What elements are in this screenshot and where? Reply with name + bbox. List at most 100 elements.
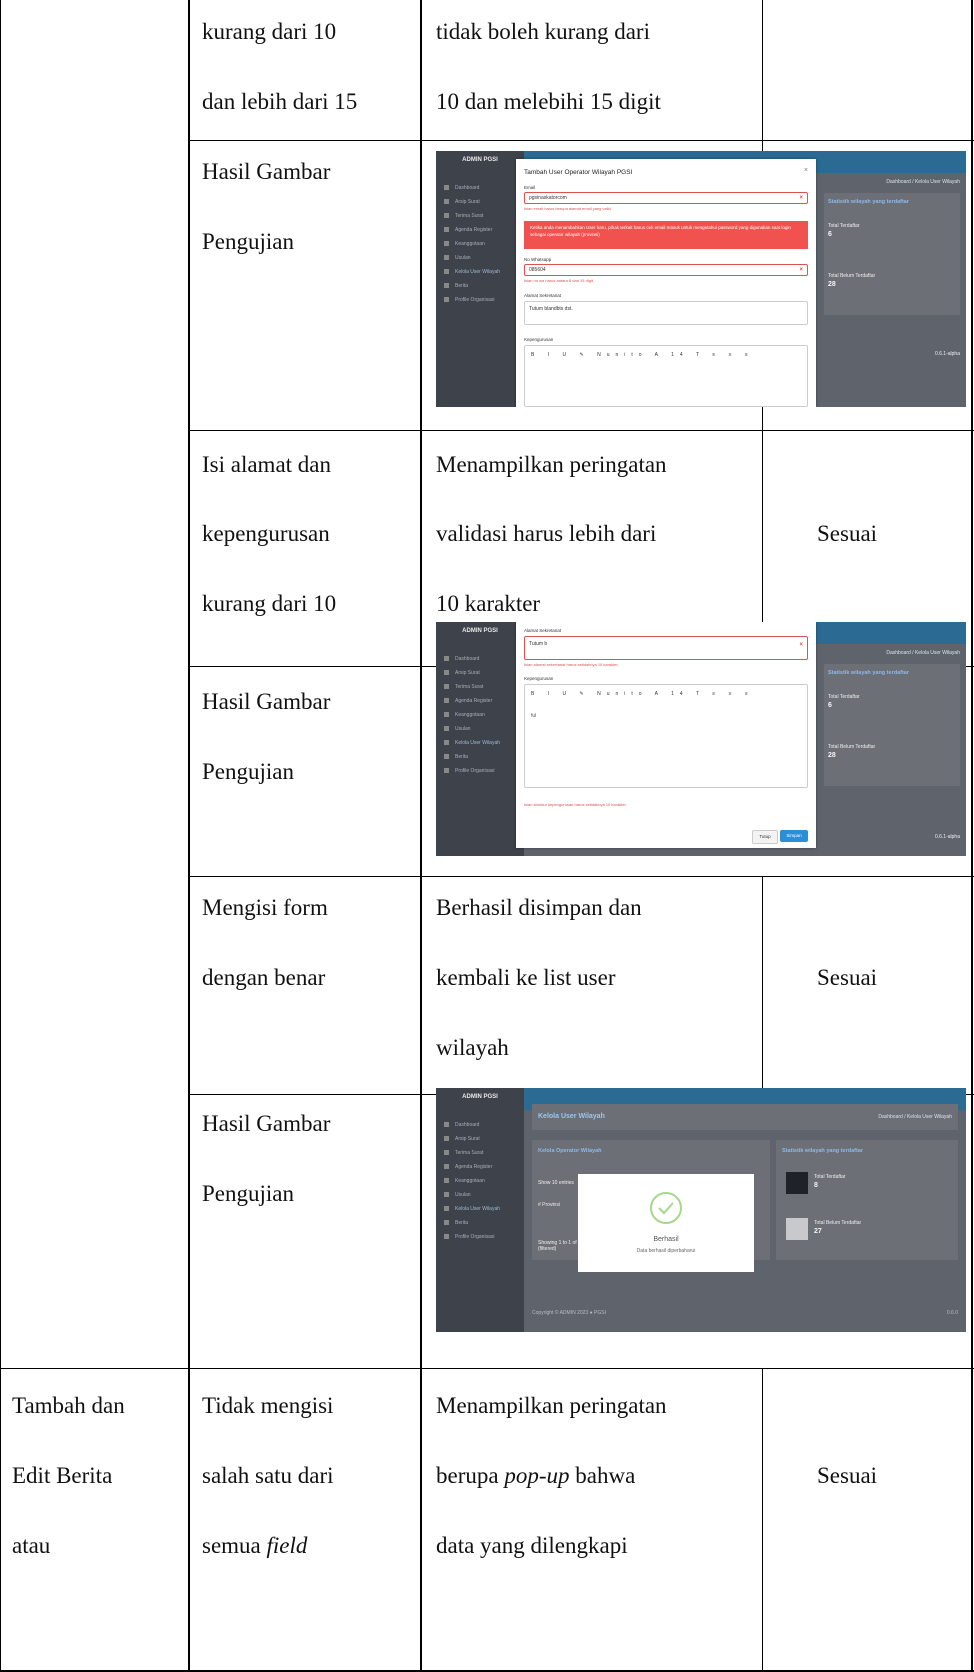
text-span: bahwa xyxy=(569,1463,636,1488)
sidebar-item-label: Dashboard xyxy=(455,656,480,662)
sidebar-item-label: Berita xyxy=(455,283,469,289)
checkmark-icon xyxy=(658,1202,674,1215)
sidebar-item-terima: Terima Surat xyxy=(444,680,500,694)
sidebar-item-label: Agenda Register xyxy=(455,227,493,233)
cell-text: 10 karakter xyxy=(436,591,541,616)
email-label: Email xyxy=(524,185,536,190)
row-divider xyxy=(188,430,974,431)
stats-title: Statistik wilayah yang terdaftar xyxy=(782,1148,863,1154)
bookmark-icon xyxy=(786,1172,808,1194)
sidebar-item-arsip: Arsip Surat xyxy=(444,195,500,209)
table-header: # Provinsi xyxy=(538,1202,560,1208)
breadcrumb: Dashboard / Kelola User Wilayah xyxy=(886,179,960,185)
email-value: pgsinaskatorcom xyxy=(529,195,567,201)
proposal-icon xyxy=(444,726,449,732)
address-field[interactable]: Tutum b × xyxy=(524,636,808,660)
brand-logo: ADMIN PGSI xyxy=(462,628,498,634)
cell-text: Hasil Gambar xyxy=(202,159,331,184)
sidebar-item-keanggotaan: Keanggotaan xyxy=(444,708,500,722)
wa-value: 085604 xyxy=(529,267,546,273)
sidebar-item-label: Keanggotaan xyxy=(455,712,485,718)
wrench-icon xyxy=(444,768,449,774)
stats-title: Statistik wilayah yang terdaftar xyxy=(828,670,909,676)
error-icon: × xyxy=(799,195,803,201)
column-divider-3-d xyxy=(762,1368,763,1672)
editor-toolbar[interactable]: B I U ✎ Nunito A 14 T ≡ ≡ ≡ xyxy=(531,691,754,697)
italic-term: pop-up xyxy=(504,1463,570,1488)
wrench-icon xyxy=(444,1234,449,1240)
news-icon xyxy=(444,283,449,289)
sidebar-item-label: Terima Surat xyxy=(455,213,484,219)
board-editor[interactable]: B I U ✎ Nunito A 14 T ≡ ≡ ≡ ful xyxy=(524,684,808,788)
sidebar-item-label: Usulan xyxy=(455,726,471,732)
cell-text: Edit Berita xyxy=(12,1463,113,1488)
cell-text: 10 dan melebihi 15 digit xyxy=(436,89,661,114)
footer-version: 0.6.0 xyxy=(946,1310,958,1316)
info-alert: Ketika anda menambahkan User baru, pihak… xyxy=(524,221,808,249)
table-border-left xyxy=(0,0,1,1672)
cell-text: atau xyxy=(12,1533,51,1558)
sidebar: ADMIN PGSI Dashboard Arsip Surat Terima … xyxy=(436,1088,524,1332)
inbox-icon xyxy=(444,213,449,219)
close-button[interactable]: Tutup xyxy=(752,830,778,844)
cell-text: Pengujian xyxy=(202,229,294,254)
success-popup: Berhasil Data berhasil diperbaharui xyxy=(578,1174,754,1272)
sidebar-item-keanggotaan: Keanggotaan xyxy=(444,1174,500,1188)
stats-panel: Statistik wilayah yang terdaftar Total T… xyxy=(824,664,960,786)
sidebar-menu: Dashboard Arsip Surat Terima Surat Agend… xyxy=(444,652,500,778)
stat-label: Total Terdaftar xyxy=(828,223,860,229)
sidebar-item-arsip: Arsip Surat xyxy=(444,666,500,680)
cell-text: Tambah dan xyxy=(12,1393,125,1418)
proposal-icon xyxy=(444,1192,449,1198)
sidebar-item-dashboard: Dashboard xyxy=(444,181,500,195)
close-icon[interactable]: × xyxy=(804,167,808,174)
sidebar-item-profile: Profile Organisasi xyxy=(444,764,500,778)
members-icon xyxy=(444,1178,449,1184)
sidebar-item-label: Kelola User Wilayah xyxy=(455,1206,501,1212)
add-user-modal: Alamat Sekretariat Tutum b × Isian alamat… xyxy=(516,622,816,848)
cell-text: kembali ke list user xyxy=(436,965,616,990)
wa-field[interactable]: 085604 × xyxy=(524,264,808,276)
address-value: Tutum blandbts dst. xyxy=(529,306,573,312)
sidebar-item-label: Profile Organisasi xyxy=(455,768,495,774)
cell-text: Menampilkan peringatan xyxy=(436,452,667,477)
stat-value: 27 xyxy=(814,1228,822,1235)
editor-toolbar[interactable]: B I U ✎ Nunito A 14 T ≡ ≡ ≡ xyxy=(531,352,754,358)
cell-text: Isi alamat dan xyxy=(202,452,332,477)
column-divider-3-c xyxy=(762,876,763,1094)
sidebar-item-label: Berita xyxy=(455,1220,469,1226)
sidebar-item-arsip: Arsip Surat xyxy=(444,1132,500,1146)
page-header: Kelola User Wilayah Dashboard / Kelola U… xyxy=(532,1104,958,1130)
email-field[interactable]: pgsinaskatorcom × xyxy=(524,192,808,204)
cell-text: semua field xyxy=(202,1534,307,1557)
sidebar-item-usulan: Usulan xyxy=(444,722,500,736)
stat-value: 6 xyxy=(828,231,832,238)
sidebar-item-label: Arsip Surat xyxy=(455,1136,480,1142)
sidebar-item-label: Agenda Register xyxy=(455,1164,493,1170)
screenshot-validation-email-wa: ADMIN PGSI Dashboard Arsip Surat Terima … xyxy=(436,151,966,407)
board-value: ful xyxy=(531,713,537,719)
sidebar-item-kelola-user: Kelola User Wilayah xyxy=(444,736,500,750)
members-icon xyxy=(444,712,449,718)
entries-select[interactable]: Show 10 entries xyxy=(538,1180,574,1186)
result-status: Sesuai xyxy=(817,521,878,546)
stat-value: 8 xyxy=(814,1182,818,1189)
dashboard-icon xyxy=(444,185,449,191)
brand-logo: ADMIN PGSI xyxy=(462,157,498,163)
add-user-modal: Tambah User Operator Wilayah PGSI × Emai… xyxy=(516,159,816,407)
wa-error: Isian no wa harus antara 8 dan 15 digit. xyxy=(524,278,595,283)
board-label: Kepengurusan xyxy=(524,676,554,681)
board-editor[interactable]: B I U ✎ Nunito A 14 T ≡ ≡ ≡ xyxy=(524,345,808,407)
address-field[interactable]: Tutum blandbts dst. xyxy=(524,301,808,325)
save-button[interactable]: Simpan xyxy=(780,830,808,842)
inbox-icon xyxy=(444,684,449,690)
error-icon: × xyxy=(799,267,803,273)
proposal-icon xyxy=(444,255,449,261)
sidebar-item-label: Profile Organisasi xyxy=(455,297,495,303)
sidebar-item-label: Dashboard xyxy=(455,185,480,191)
cell-text: Pengujian xyxy=(202,759,294,784)
board-error: Isian struktur kepengurusan harus setida… xyxy=(524,802,627,807)
modal-title: Tambah User Operator Wilayah PGSI xyxy=(524,169,633,176)
cell-text: Hasil Gambar xyxy=(202,1111,331,1136)
popup-message: Data berhasil diperbaharui xyxy=(636,1248,696,1254)
